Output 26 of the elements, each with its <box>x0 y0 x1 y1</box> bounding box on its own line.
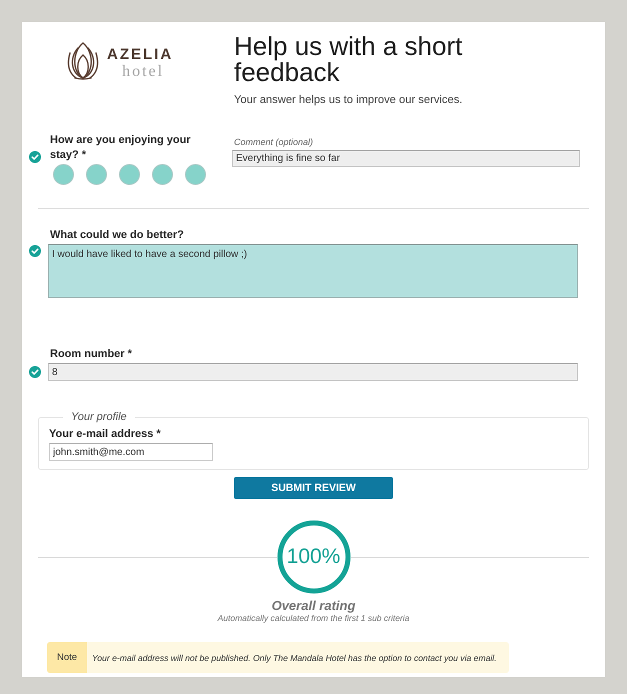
question-label: Room number * <box>50 347 133 362</box>
lotus-logo-icon <box>65 42 101 80</box>
email-field[interactable]: john.smith@me.com <box>49 443 213 461</box>
question-label: How are you enjoying your stay? * <box>50 133 192 163</box>
rating-circle[interactable] <box>53 164 74 185</box>
profile-legend: Your profile <box>63 411 135 423</box>
rating-circle[interactable] <box>86 164 107 185</box>
overall-title: Overall rating <box>272 598 356 613</box>
page-title: Help us with a short feedback <box>234 33 464 85</box>
page-subtitle: Your answer helps us to improve our services. <box>234 93 464 107</box>
room-number-field[interactable]: 8 <box>48 363 578 381</box>
logo-name: AZELIA <box>107 47 174 63</box>
rating-circle[interactable] <box>119 164 140 185</box>
submit-button[interactable]: SUBMIT REVIEW <box>234 477 393 499</box>
note-text: Your e-mail address will not be published. Only The Mandala Hotel has the option to contact you via email. <box>91 652 497 665</box>
rating-percent: 100% <box>286 546 340 568</box>
note-tag: Note <box>47 642 87 673</box>
rating-circle[interactable] <box>185 164 206 185</box>
email-label: Your e-mail address * <box>49 427 162 442</box>
overall-caption: Automatically calculated from the first 1 sub criteria <box>218 613 410 623</box>
answer-textarea[interactable]: I would have liked to have a second pillow ;) <box>48 244 578 298</box>
comment-label: Comment (optional) <box>233 136 314 148</box>
question-label: What could we do better? <box>50 228 185 243</box>
rating-circle[interactable] <box>152 164 173 185</box>
logo-tagline: hotel <box>121 63 164 81</box>
comment-field[interactable]: Everything is fine so far <box>232 150 580 167</box>
